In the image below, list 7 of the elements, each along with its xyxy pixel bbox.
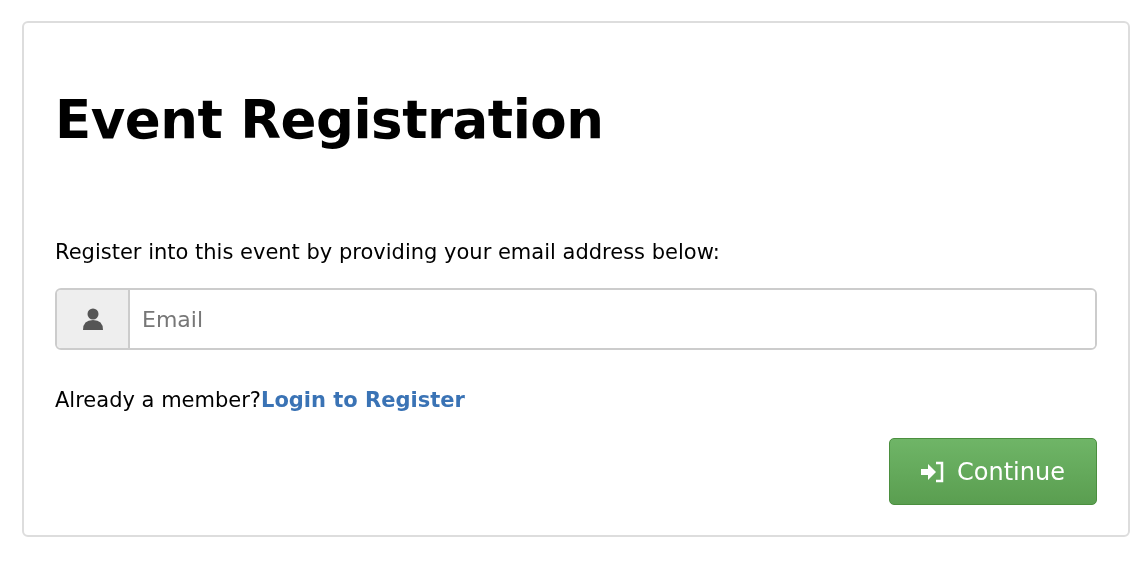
member-prompt: Already a member? xyxy=(55,388,261,412)
continue-button[interactable]: Continue xyxy=(889,438,1097,505)
sign-in-icon xyxy=(921,460,946,483)
email-field[interactable]: Email xyxy=(55,288,1097,350)
user-icon xyxy=(81,308,104,330)
login-link[interactable]: Login to Register xyxy=(261,388,465,412)
instructions-text: Register into this event by providing your email address below: xyxy=(55,240,720,264)
